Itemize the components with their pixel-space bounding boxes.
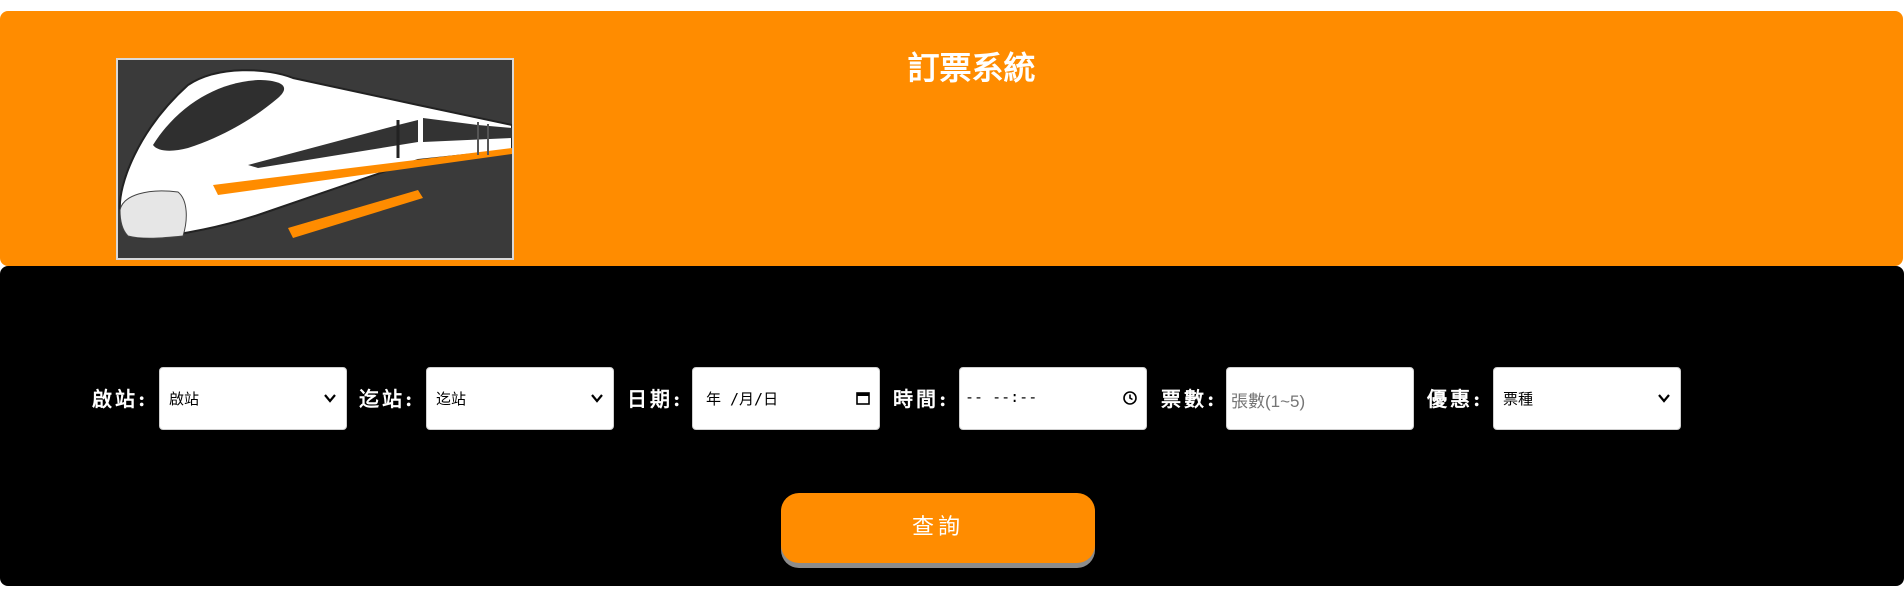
clock-icon[interactable] <box>1122 390 1138 406</box>
time-label: 時間: <box>893 387 950 411</box>
page: 訂票系統 啟站: 啟站 迄站: 迄站 日期: 年 /月/日 時間: -- --:… <box>0 0 1904 601</box>
time-input[interactable]: -- --:-- <box>959 367 1147 430</box>
time-value: -- --:-- <box>965 388 1038 406</box>
chevron-down-icon <box>1658 394 1670 403</box>
arrival-value: 迄站 <box>436 390 467 408</box>
date-input[interactable]: 年 /月/日 <box>692 367 880 430</box>
tickets-input[interactable]: 張數(1~5) <box>1226 367 1414 430</box>
departure-select[interactable]: 啟站 <box>159 367 347 430</box>
discount-select[interactable]: 票種 <box>1493 367 1681 430</box>
discount-value: 票種 <box>1503 390 1534 408</box>
departure-label: 啟站: <box>92 387 149 411</box>
departure-value: 啟站 <box>169 390 200 408</box>
page-title: 訂票系統 <box>907 49 1036 87</box>
chevron-down-icon <box>324 394 336 403</box>
search-button[interactable]: 查詢 <box>781 493 1095 563</box>
date-label: 日期: <box>627 387 684 411</box>
chevron-down-icon <box>591 394 603 403</box>
discount-label: 優惠: <box>1427 387 1484 411</box>
tickets-label: 票數: <box>1161 387 1218 411</box>
arrival-select[interactable]: 迄站 <box>426 367 614 430</box>
tickets-placeholder: 張數(1~5) <box>1231 392 1306 411</box>
header-banner: 訂票系統 <box>0 11 1903 266</box>
calendar-icon[interactable] <box>855 390 871 406</box>
booking-form: 啟站: 啟站 迄站: 迄站 日期: 年 /月/日 時間: -- --:-- 票數… <box>0 266 1904 586</box>
arrival-label: 迄站: <box>359 387 416 411</box>
date-value: 年 /月/日 <box>706 390 779 408</box>
train-illustration <box>118 60 512 258</box>
